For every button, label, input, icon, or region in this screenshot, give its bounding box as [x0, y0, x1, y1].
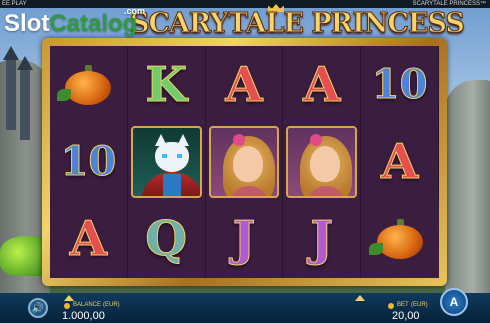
- reel-cell: K: [128, 46, 206, 124]
- cat-symbol: [130, 126, 202, 198]
- balance-expand-icon[interactable]: [64, 295, 74, 301]
- coin-icon: [388, 303, 394, 309]
- pumpkin-symbol: [369, 219, 424, 260]
- reel-cell: 10: [361, 46, 439, 124]
- bet-value: 20,00: [392, 310, 420, 322]
- castle-tower: [3, 46, 19, 130]
- reel-cell: A: [206, 46, 284, 124]
- watermark: SlotCatalog .com: [4, 6, 145, 38]
- coin-icon: [64, 303, 70, 309]
- game-title: SCARYTALE PRINCESS: [130, 8, 466, 40]
- bet-currency: (EUR): [411, 302, 428, 308]
- a-symbol: A: [69, 211, 108, 268]
- reel-cell: J: [206, 200, 284, 278]
- reel-grid: K A A 10 10 A A Q J J: [50, 46, 439, 278]
- castle-tower: [17, 56, 33, 140]
- game-logo: SCARYTALE PRINCESS: [110, 2, 465, 42]
- j-symbol: J: [310, 211, 334, 268]
- reel-cell: [361, 201, 439, 278]
- balance-currency: (EUR): [103, 302, 120, 308]
- balance-label: BALANCE: [73, 302, 102, 308]
- ten-symbol: 10: [60, 137, 117, 185]
- autoplay-spin-icon: A: [449, 295, 459, 309]
- speaker-icon: 🔊: [31, 302, 45, 314]
- reel-cell: Q: [128, 200, 206, 278]
- j-symbol: J: [232, 211, 256, 268]
- reel-cell: A: [50, 200, 128, 278]
- reel-cell: [128, 123, 206, 201]
- k-symbol: K: [145, 56, 188, 113]
- autoplay-spin-button[interactable]: A: [440, 288, 468, 316]
- princess-symbol: [208, 126, 280, 198]
- game-name-label: SCARYTALE PRINCESS™: [412, 1, 486, 7]
- balance-value: 1.000,00: [62, 310, 105, 322]
- watermark-slot: Slot: [4, 10, 50, 37]
- reel-cell: A: [283, 46, 362, 124]
- right-cliff: [445, 80, 490, 300]
- top-left-label: EE PLAY: [2, 1, 27, 7]
- princess-symbol: [286, 126, 358, 198]
- reel-cell: 10: [50, 123, 128, 201]
- control-bar: 🔊 BALANCE (EUR) 1.000,00 BET (EUR) 20,00: [0, 293, 490, 323]
- reel-cell: A: [361, 123, 439, 201]
- bet-expand-icon[interactable]: [355, 295, 365, 301]
- ten-symbol: 10: [371, 60, 428, 108]
- reel-cell: [206, 123, 284, 201]
- watermark-com: .com: [124, 6, 146, 16]
- a-symbol: A: [380, 133, 419, 190]
- a-symbol: A: [225, 56, 263, 113]
- reel-cell: J: [283, 200, 362, 278]
- pumpkin-symbol: [57, 64, 112, 105]
- reel-cell: [50, 46, 128, 124]
- sound-button[interactable]: 🔊: [28, 298, 48, 318]
- q-symbol: Q: [145, 211, 188, 268]
- reel-cell: [283, 123, 362, 201]
- bet-label: BET: [397, 302, 409, 308]
- a-symbol: A: [303, 56, 341, 113]
